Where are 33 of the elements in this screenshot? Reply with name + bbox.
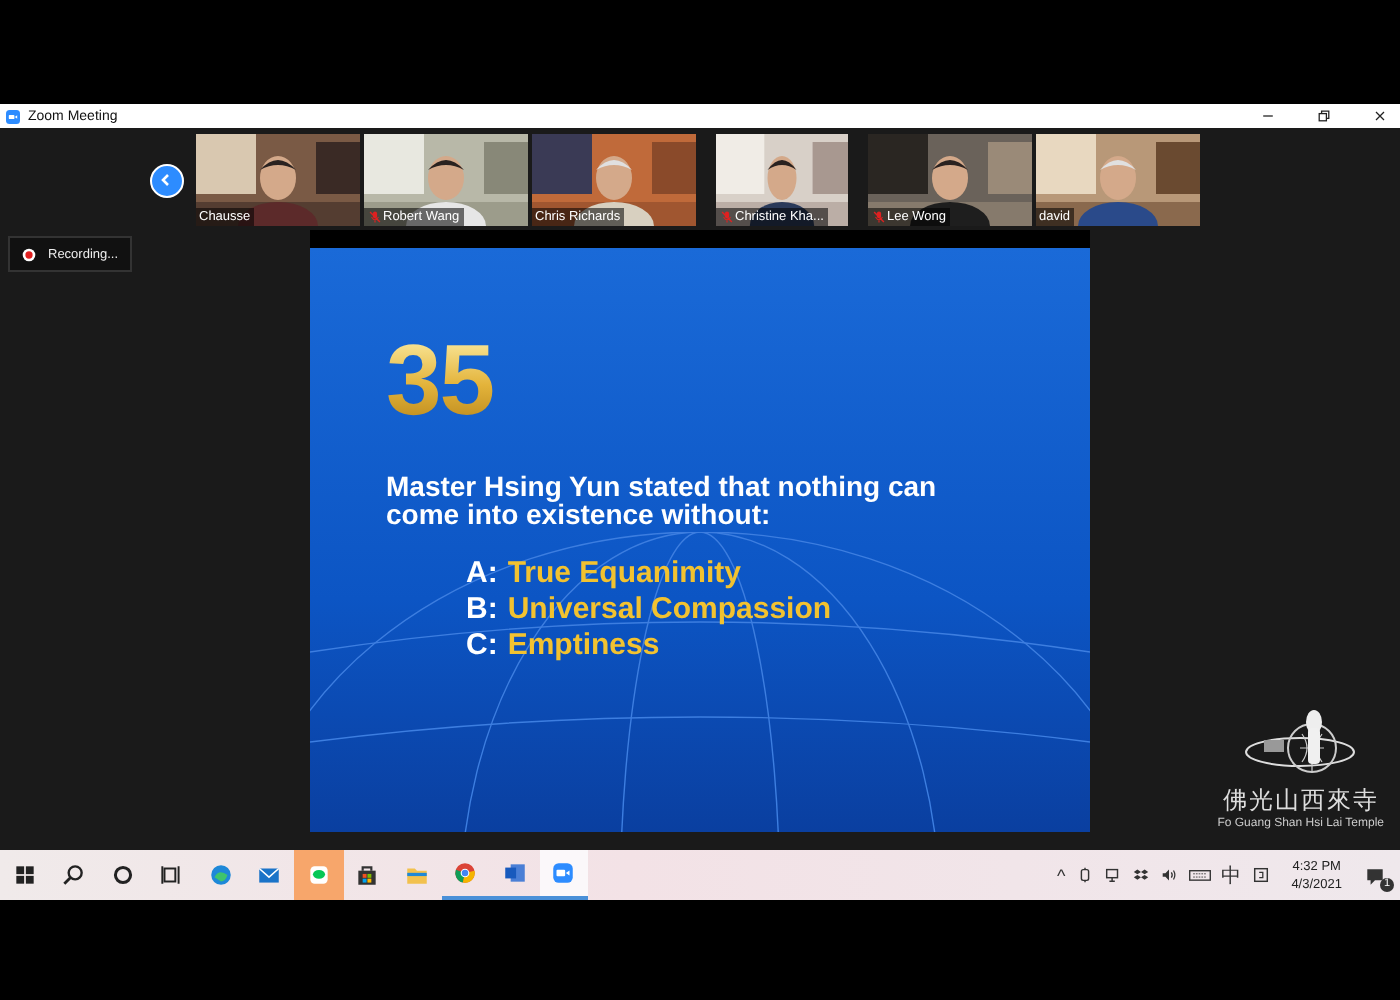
mail-icon: [256, 862, 283, 888]
zoom-logo-icon: [6, 109, 20, 123]
windows-logo-icon: [11, 862, 38, 888]
option-text: Emptiness: [507, 630, 660, 662]
show-hidden-icons-button[interactable]: ^: [1056, 865, 1066, 885]
previous-page-button[interactable]: [149, 163, 183, 197]
close-icon[interactable]: [1372, 108, 1388, 124]
chrome-icon: [452, 860, 479, 886]
option-letter: A:: [466, 558, 498, 590]
language-bar-icon[interactable]: [1251, 866, 1270, 884]
option-letter: B:: [466, 594, 498, 626]
search-icon: [60, 862, 87, 888]
dropbox-icon[interactable]: [1131, 866, 1150, 884]
volume-icon[interactable]: [1159, 866, 1178, 884]
document-icon: [501, 860, 528, 886]
chat-bubble-icon: [305, 862, 332, 888]
chat-bubble-icon: [1364, 865, 1386, 887]
network-icon[interactable]: [1103, 866, 1122, 884]
task-view-icon: [158, 862, 185, 888]
keyboard-icon[interactable]: [1187, 866, 1212, 884]
circle-icon: [109, 862, 136, 888]
record-icon: [22, 247, 36, 261]
question-text: Master Hsing Yun stated that nothing can come into existence without:: [386, 472, 939, 528]
browser-icon: [207, 862, 234, 888]
input-method-indicator[interactable]: 中: [1221, 861, 1242, 889]
option-text: Universal Compassion: [507, 594, 832, 626]
video-camera-icon: [550, 860, 577, 886]
shopping-bag-icon: [354, 862, 381, 888]
option-text: True Equanimity: [507, 558, 742, 590]
temple-name: 佛光山西來寺: [1222, 784, 1379, 817]
restore-icon[interactable]: [1316, 108, 1332, 124]
usb-icon[interactable]: [1075, 866, 1094, 884]
option-letter: C:: [466, 630, 498, 662]
